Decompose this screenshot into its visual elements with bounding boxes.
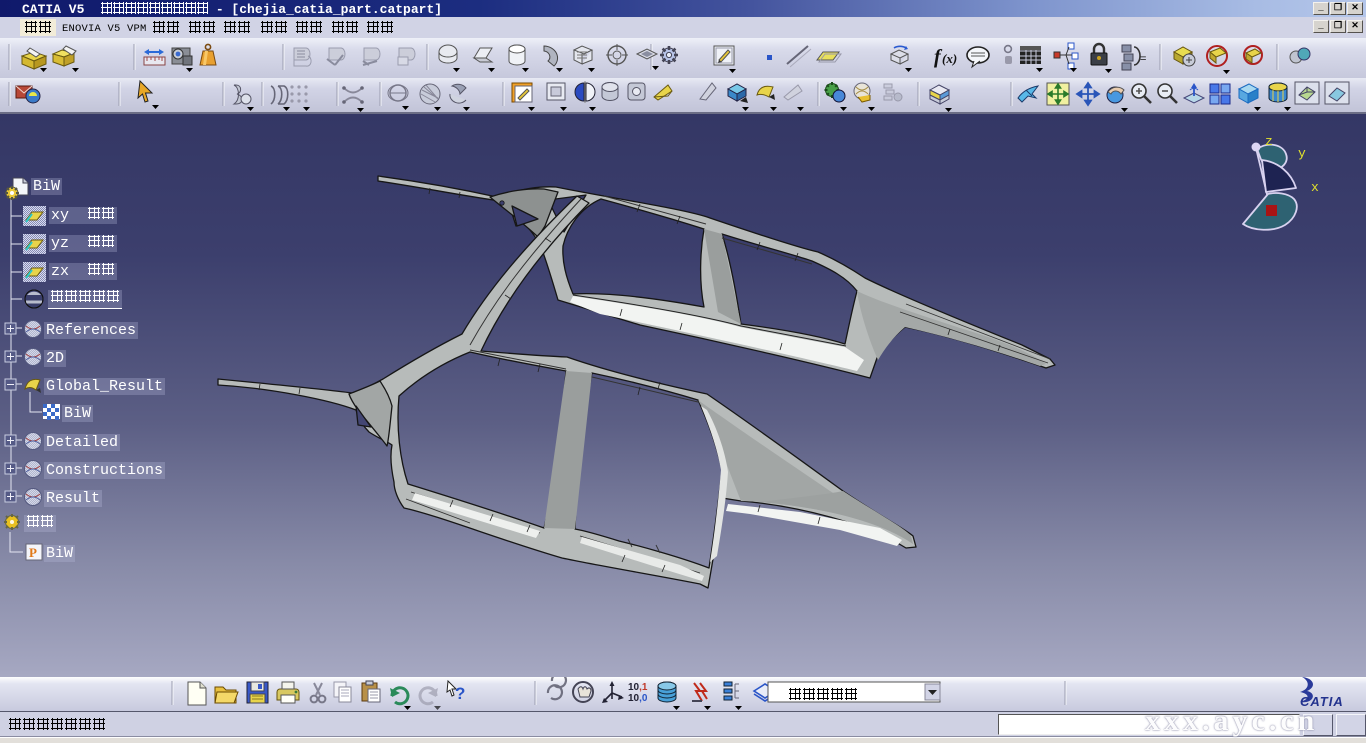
svg-text:x: x xyxy=(1311,180,1319,195)
svg-text:(x): (x) xyxy=(942,51,957,66)
svg-text:z: z xyxy=(1265,136,1273,149)
svg-text:10,0: 10,0 xyxy=(628,693,648,704)
svg-text:y: y xyxy=(1298,146,1306,161)
svg-text:?: ? xyxy=(455,684,465,703)
svg-text:P: P xyxy=(29,545,37,560)
svg-text:=: = xyxy=(1140,53,1146,65)
svg-text:10,1: 10,1 xyxy=(628,682,648,693)
